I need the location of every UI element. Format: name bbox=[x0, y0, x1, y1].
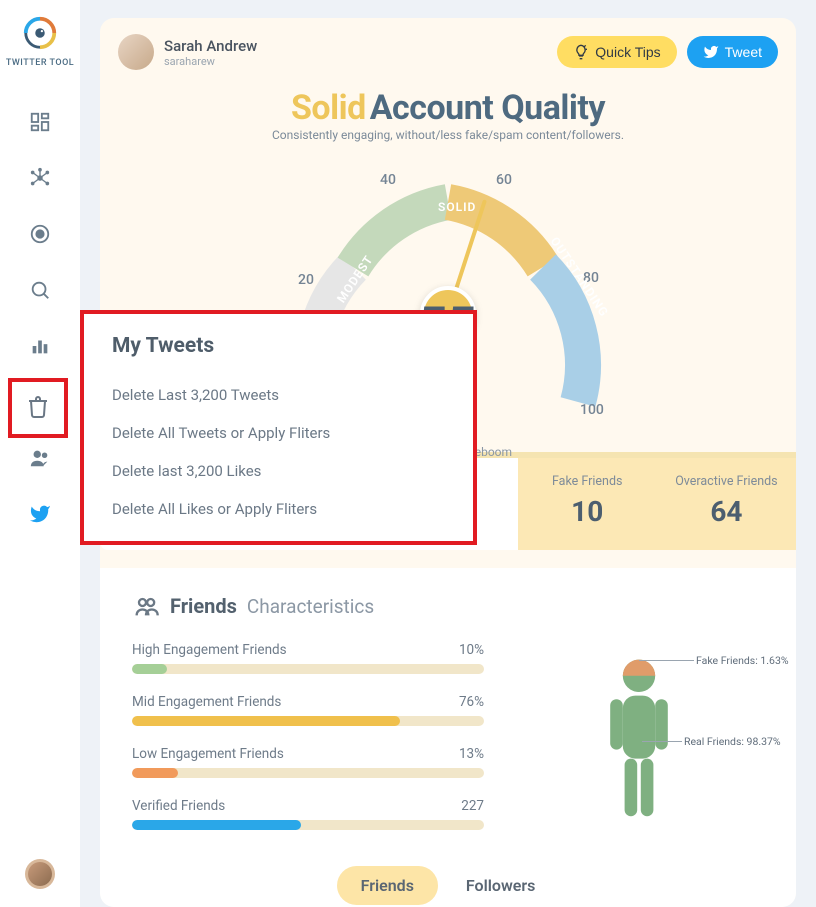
bar-mid-engagement: Mid Engagement Friends76% bbox=[132, 694, 484, 726]
toggle-row: Friends Followers bbox=[132, 866, 764, 905]
user-block[interactable]: Sarah Andrew saraharew bbox=[118, 34, 257, 70]
user-avatar bbox=[118, 34, 154, 70]
brand: TWITTER TOOL bbox=[6, 14, 74, 68]
bar-low-engagement: Low Engagement Friends13% bbox=[132, 746, 484, 778]
header: Sarah Andrew saraharew Quick Tips Tweet bbox=[118, 34, 778, 70]
tick-100: 100 bbox=[580, 402, 604, 418]
annotation-real: Real Friends: 98.37% bbox=[684, 735, 781, 748]
bars-column: High Engagement Friends10% Mid Engagemen… bbox=[132, 642, 484, 850]
brand-text: TWITTER TOOL bbox=[6, 58, 74, 68]
sidebar-item-twitter[interactable] bbox=[20, 494, 60, 534]
bar-chart-icon bbox=[29, 335, 51, 357]
trash-icon-highlighted[interactable] bbox=[26, 395, 50, 423]
characteristics-panel: Friends Characteristics High Engagement … bbox=[100, 568, 796, 907]
person-icon bbox=[594, 656, 684, 836]
sidebar-item-users[interactable] bbox=[20, 438, 60, 478]
my-tweets-popup: My Tweets Delete Last 3,200 Tweets Delet… bbox=[80, 310, 477, 545]
quality-title-accent: Solid bbox=[291, 88, 366, 128]
tweet-button[interactable]: Tweet bbox=[687, 36, 778, 68]
annotation-fake: Fake Friends: 1.63% bbox=[696, 654, 789, 667]
twitter-icon bbox=[29, 503, 51, 525]
user-avatar-bottom[interactable] bbox=[25, 859, 55, 889]
tick-20: 20 bbox=[298, 272, 314, 288]
characteristics-subtitle: Characteristics bbox=[247, 595, 374, 618]
bar-high-engagement: High Engagement Friends10% bbox=[132, 642, 484, 674]
sidebar-item-stats[interactable] bbox=[20, 326, 60, 366]
quick-tips-button[interactable]: Quick Tips bbox=[557, 36, 676, 68]
popup-item-delete-all-likes[interactable]: Delete All Likes or Apply Fliters bbox=[112, 490, 445, 528]
lightbulb-icon bbox=[573, 44, 589, 60]
popup-item-delete-last-tweets[interactable]: Delete Last 3,200 Tweets bbox=[112, 376, 445, 414]
quality-subtitle: Consistently engaging, without/less fake… bbox=[118, 128, 778, 142]
network-icon bbox=[29, 167, 51, 189]
quick-tips-label: Quick Tips bbox=[595, 44, 660, 60]
sidebar-item-search[interactable] bbox=[20, 270, 60, 310]
dashboard-icon bbox=[29, 111, 51, 133]
users-icon bbox=[29, 447, 51, 469]
user-name: Sarah Andrew bbox=[164, 37, 257, 55]
popup-item-delete-all-tweets[interactable]: Delete All Tweets or Apply Fliters bbox=[112, 414, 445, 452]
tick-40: 40 bbox=[380, 172, 396, 188]
band-solid: SOLID bbox=[438, 200, 476, 214]
twitter-small-icon bbox=[703, 44, 719, 60]
characteristics-header: Friends Characteristics bbox=[132, 592, 764, 620]
stat-fake-friends: Fake Friends 10 bbox=[518, 458, 657, 550]
target-icon bbox=[29, 223, 51, 245]
bar-verified: Verified Friends227 bbox=[132, 798, 484, 830]
sidebar-item-dashboard[interactable] bbox=[20, 102, 60, 142]
popup-title: My Tweets bbox=[112, 334, 445, 358]
toggle-followers[interactable]: Followers bbox=[442, 866, 559, 905]
popup-item-delete-last-likes[interactable]: Delete last 3,200 Likes bbox=[112, 452, 445, 490]
search-icon bbox=[29, 279, 51, 301]
toggle-friends[interactable]: Friends bbox=[337, 866, 438, 905]
sidebar-item-target[interactable] bbox=[20, 214, 60, 254]
sidebar-item-network[interactable] bbox=[20, 158, 60, 198]
stat-overactive-friends: Overactive Friends 64 bbox=[657, 458, 796, 550]
characteristics-title: Friends bbox=[170, 594, 237, 618]
person-figure-column: Fake Friends: 1.63% Real Friends: 98.37% bbox=[514, 642, 764, 850]
tweet-label: Tweet bbox=[725, 44, 762, 60]
friends-icon bbox=[132, 592, 160, 620]
quality-title-row: Solid Account Quality Consistently engag… bbox=[118, 88, 778, 142]
sidebar: TWITTER TOOL bbox=[0, 0, 80, 907]
user-handle: saraharew bbox=[164, 55, 257, 68]
tick-60: 60 bbox=[496, 172, 512, 188]
brand-logo-icon bbox=[21, 14, 59, 52]
